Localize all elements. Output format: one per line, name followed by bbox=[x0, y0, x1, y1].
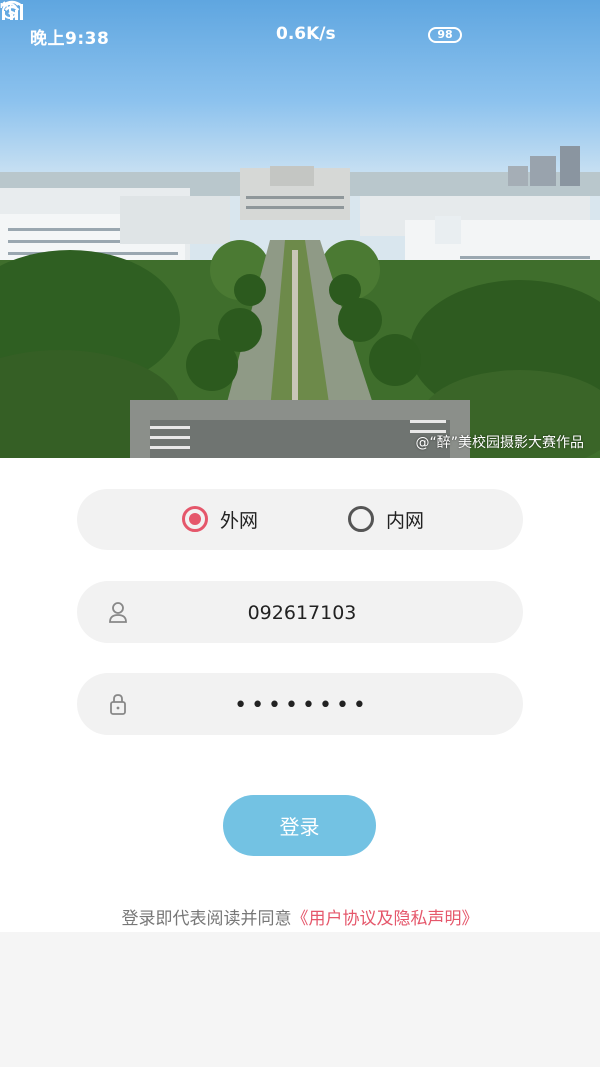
user-icon bbox=[109, 602, 127, 623]
radio-selected-icon bbox=[182, 506, 208, 532]
agreement-text: 登录即代表阅读并同意《用户协议及隐私声明》 bbox=[0, 904, 600, 929]
status-bar: 晚上9:38 0.6K/s HD 98 bbox=[0, 0, 600, 72]
radio-label: 外网 bbox=[220, 509, 259, 532]
password-field bbox=[77, 673, 523, 737]
privacy-agreement-link[interactable]: 《用户协议及隐私声明》 bbox=[292, 909, 479, 929]
campus-photo: 晚上9:38 0.6K/s HD 98 @“醉”美校园摄影大赛作品 bbox=[0, 0, 600, 458]
radio-unselected-icon bbox=[348, 506, 374, 532]
status-time: 晚上9:38 bbox=[30, 29, 110, 49]
wifi-icon bbox=[1, 0, 23, 18]
battery-icon: 98 bbox=[428, 27, 462, 43]
login-panel: 外网 内网 登录 登录即代表阅读并同意《用户协议及隐私声明》 bbox=[0, 458, 600, 932]
network-speed: 0.6K/s bbox=[276, 24, 336, 44]
battery-level: 98 bbox=[437, 28, 453, 41]
radio-internal-network[interactable]: 内网 bbox=[348, 502, 424, 536]
username-field bbox=[77, 581, 523, 645]
username-input[interactable] bbox=[147, 581, 457, 645]
agreement-prefix: 登录即代表阅读并同意 bbox=[121, 909, 292, 929]
photo-credit: @“醉”美校园摄影大赛作品 bbox=[415, 435, 584, 451]
radio-external-network[interactable]: 外网 bbox=[182, 502, 258, 536]
password-input[interactable] bbox=[147, 673, 457, 737]
radio-label: 内网 bbox=[386, 509, 425, 532]
lock-icon bbox=[110, 694, 126, 715]
login-button[interactable]: 登录 bbox=[223, 795, 376, 856]
network-selector: 外网 内网 bbox=[77, 489, 523, 550]
